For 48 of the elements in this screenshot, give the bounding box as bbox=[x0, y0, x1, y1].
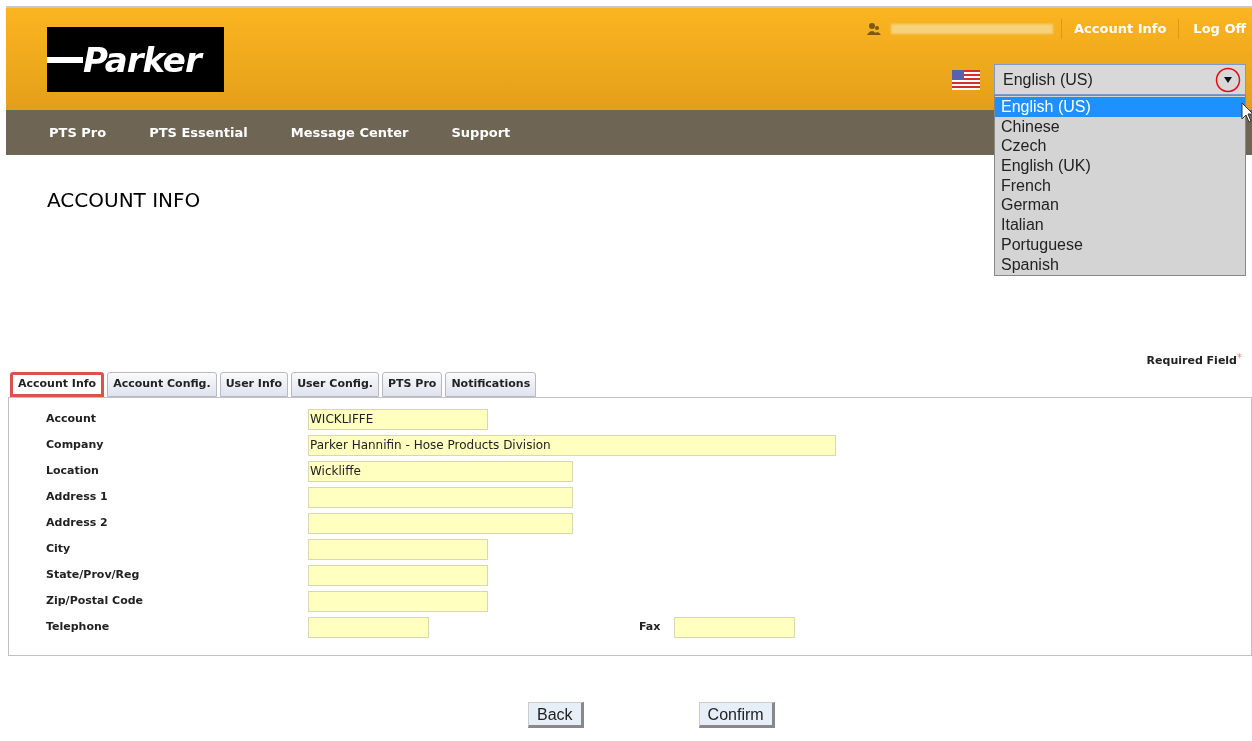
field-label: State/Prov/Reg bbox=[46, 566, 141, 583]
text-field[interactable]: Wickliffe bbox=[308, 460, 573, 482]
text-field[interactable] bbox=[308, 512, 573, 534]
field-label: Zip/Postal Code bbox=[46, 592, 145, 609]
nav-link[interactable]: Message Center bbox=[290, 122, 409, 143]
mouse-cursor-icon bbox=[1241, 102, 1252, 124]
language-option[interactable]: French bbox=[995, 175, 1245, 196]
nav-link[interactable]: PTS Essential bbox=[149, 122, 248, 143]
page-title: ACCOUNT INFO bbox=[47, 187, 201, 214]
text-field[interactable] bbox=[308, 590, 488, 612]
required-asterisk: * bbox=[1237, 353, 1242, 363]
text-field[interactable]: WICKLIFFE bbox=[308, 408, 488, 430]
text-field[interactable] bbox=[308, 538, 488, 560]
nav-link[interactable]: PTS Pro bbox=[49, 122, 107, 143]
tab[interactable]: Notifications bbox=[445, 371, 537, 397]
user-icon bbox=[867, 23, 881, 35]
field-label: Telephone bbox=[46, 618, 111, 635]
field-label: Company bbox=[46, 436, 105, 453]
tab[interactable]: Account Info bbox=[10, 371, 105, 397]
logo: Parker bbox=[47, 27, 224, 92]
text-field[interactable]: Parker Hannifin - Hose Products Division bbox=[308, 434, 836, 456]
text-field[interactable] bbox=[308, 564, 488, 586]
form-button[interactable]: Confirm bbox=[698, 701, 775, 728]
text-field[interactable] bbox=[308, 616, 429, 638]
tab[interactable]: Account Config. bbox=[107, 371, 217, 397]
language-option[interactable]: Portuguese bbox=[995, 234, 1245, 255]
language-option[interactable]: Italian bbox=[995, 215, 1245, 235]
field-label: Address 1 bbox=[46, 488, 109, 505]
text-field[interactable] bbox=[308, 486, 573, 508]
language-option[interactable]: German bbox=[995, 195, 1245, 216]
language-option[interactable]: Spanish bbox=[995, 254, 1245, 275]
field-label: Address 2 bbox=[46, 514, 109, 531]
us-flag-icon bbox=[952, 69, 980, 90]
text-field[interactable] bbox=[674, 616, 795, 638]
language-option[interactable]: English (UK) bbox=[995, 156, 1245, 176]
field-label: Location bbox=[46, 462, 100, 479]
tab[interactable]: User Info bbox=[219, 371, 289, 397]
required-field-note: Required Field bbox=[1146, 354, 1237, 369]
tab[interactable]: User Config. bbox=[291, 371, 379, 397]
nav-link[interactable]: Support bbox=[451, 122, 511, 143]
field-label: Account bbox=[46, 410, 98, 427]
language-select[interactable]: English (US) bbox=[994, 64, 1246, 95]
field-label: City bbox=[46, 540, 72, 557]
field-label: Fax bbox=[639, 618, 662, 635]
language-option[interactable]: Chinese bbox=[995, 116, 1245, 137]
tab[interactable]: PTS Pro bbox=[382, 371, 443, 397]
form-button[interactable]: Back bbox=[528, 701, 584, 728]
language-option[interactable]: Czech bbox=[995, 136, 1245, 157]
